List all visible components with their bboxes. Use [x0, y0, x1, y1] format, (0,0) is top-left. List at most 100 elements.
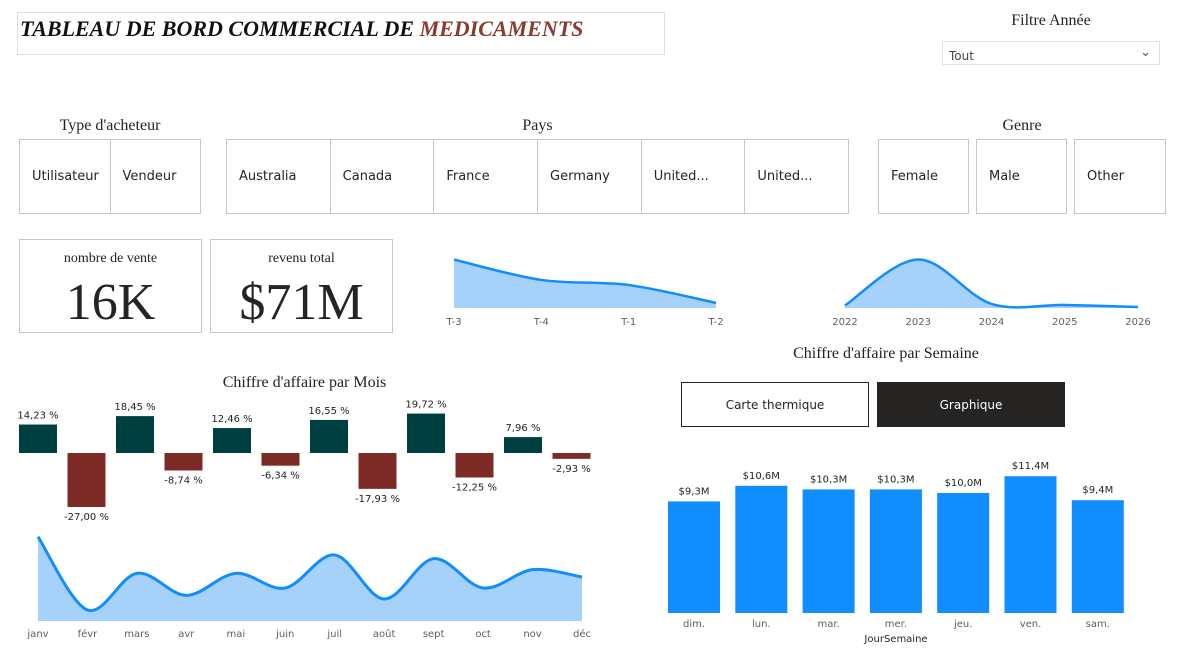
country-slicer: Australia Canada France Germany United..…	[226, 139, 849, 214]
weekly-revenue-bar[interactable]	[735, 485, 788, 613]
gender-tile-male[interactable]: Male	[976, 139, 1067, 214]
monthly-growth-bar[interactable]	[358, 453, 397, 489]
m-tick-label: mars	[124, 629, 149, 640]
monthly-growth-bar[interactable]	[261, 453, 300, 466]
y-tick-label: 2026	[1125, 317, 1150, 328]
monthly-growth-label: -2,93 %	[552, 464, 591, 475]
weekly-revenue-bar[interactable]	[1004, 476, 1057, 613]
monthly-growth-bar[interactable]	[116, 416, 154, 453]
toggle-heatmap-button[interactable]: Carte thermique	[681, 382, 869, 427]
country-tile-united-1[interactable]: United...	[642, 140, 746, 213]
country-title: Pays	[522, 117, 553, 134]
weekly-revenue-label: $9,3M	[679, 486, 710, 497]
y-tick-label: 2023	[906, 317, 931, 328]
country-tile-united-2[interactable]: United...	[745, 140, 848, 213]
weekly-revenue-bar[interactable]	[869, 489, 922, 613]
monthly-growth-bar[interactable]	[19, 424, 57, 453]
year-filter-dropdown[interactable]: Tout ⌄	[942, 41, 1160, 65]
monthly-growth-label: 7,96 %	[506, 423, 541, 434]
toggle-chart-button[interactable]: Graphique	[877, 382, 1065, 427]
m-tick-label: déc	[573, 628, 591, 640]
monthly-growth-label: 18,45 %	[114, 402, 155, 413]
m-tick-label: juin	[275, 629, 294, 640]
weekly-revenue-bar[interactable]	[668, 501, 720, 613]
q-tick-label: T-3	[445, 317, 461, 328]
title-accent: MEDICAMENTS	[419, 16, 584, 41]
gender-title: Genre	[1002, 117, 1042, 134]
weekly-tick-label: jeu.	[953, 619, 972, 630]
m-tick-label: nov	[523, 629, 541, 640]
monthly-growth-bar[interactable]	[455, 453, 494, 478]
weekly-x-axis-label: JourSemaine	[863, 634, 927, 645]
monthly-growth-bar[interactable]	[407, 413, 445, 453]
m-tick-label: févr	[78, 628, 99, 640]
monthly-growth-label: 16,55 %	[308, 406, 349, 417]
m-tick-label: avr	[178, 629, 195, 640]
monthly-growth-bar[interactable]	[504, 437, 542, 453]
weekly-tick-label: dim.	[683, 619, 705, 630]
weekly-tick-label: ven.	[1020, 619, 1042, 630]
m-tick-label: août	[373, 628, 396, 640]
y-tick-label: 2024	[979, 317, 1004, 328]
weekly-revenue-label: $10,3M	[877, 474, 914, 485]
m-tick-label: oct	[475, 629, 491, 640]
kpi-sales-label: nombre de vente	[63, 251, 158, 266]
monthly-growth-label: -27,00 %	[64, 512, 109, 523]
buyer-type-tile-vendeur[interactable]: Vendeur	[111, 140, 201, 213]
kpi-revenue-value: $71M	[239, 274, 364, 331]
m-tick-label: juil	[326, 629, 342, 640]
weekly-chart-title: Chiffre d'affaire par Semaine	[793, 345, 979, 362]
country-tile-germany[interactable]: Germany	[538, 140, 642, 213]
gender-tile-other[interactable]: Other	[1074, 139, 1166, 214]
monthly-growth-bar[interactable]	[164, 453, 203, 471]
monthly-growth-bar[interactable]	[213, 428, 251, 453]
weekly-chart: $9,3M dim. $10,6M lun. $10,3M mar. $10,3M mer. $…	[668, 461, 1124, 645]
monthly-growth-bar[interactable]	[67, 453, 106, 507]
monthly-chart: 14,23 % -27,00 % 18,45 % -8,74 % 12,46 % -6,3…	[17, 400, 591, 640]
monthly-growth-label: -8,74 %	[164, 475, 203, 486]
year-trend-chart: 2022 2023 2024 2025 2026	[832, 258, 1151, 328]
chevron-down-icon: ⌄	[1140, 45, 1151, 60]
buyer-type-tile-utilisateur[interactable]: Utilisateur	[20, 140, 111, 213]
monthly-chart-title: Chiffre d'affaire par Mois	[222, 374, 387, 391]
title-main: TABLEAU DE BORD COMMERCIAL DE	[20, 16, 420, 41]
m-tick-label: mai	[226, 629, 245, 640]
y-tick-label: 2025	[1052, 317, 1077, 328]
weekly-revenue-bar[interactable]	[1071, 500, 1124, 613]
page-title: TABLEAU DE BORD COMMERCIAL DE MEDICAMENT…	[20, 16, 583, 42]
monthly-growth-label: -17,93 %	[355, 494, 400, 505]
kpi-sales-value: 16K	[65, 274, 156, 331]
weekly-tick-label: mer.	[885, 619, 907, 630]
buyer-type-slicer: Utilisateur Vendeur	[19, 139, 201, 214]
monthly-growth-label: 12,46 %	[211, 414, 252, 425]
q-tick-label: T-2	[707, 317, 723, 328]
kpi-card-revenue: revenu total $71M	[210, 239, 393, 333]
q-tick-label: T-1	[620, 317, 636, 328]
weekly-revenue-bar[interactable]	[937, 493, 990, 613]
monthly-growth-label: 14,23 %	[17, 411, 58, 422]
country-tile-australia[interactable]: Australia	[227, 140, 331, 213]
monthly-revenue-area	[38, 536, 582, 621]
weekly-revenue-label: $9,4M	[1082, 485, 1113, 496]
kpi-card-sales-count: nombre de vente 16K	[19, 239, 202, 333]
gender-tile-female[interactable]: Female	[878, 139, 969, 214]
kpi-revenue-label: revenu total	[268, 251, 335, 266]
weekly-tick-label: mar.	[817, 619, 839, 630]
year-trend-area	[845, 259, 1138, 308]
monthly-growth-label: 19,72 %	[405, 400, 446, 411]
country-tile-france[interactable]: France	[434, 140, 539, 213]
weekly-revenue-label: $10,3M	[810, 474, 847, 485]
m-tick-label: sept	[423, 629, 445, 640]
weekly-revenue-label: $10,0M	[945, 478, 982, 489]
monthly-growth-bar[interactable]	[552, 453, 591, 459]
monthly-growth-label: -6,34 %	[261, 471, 300, 482]
y-tick-label: 2022	[832, 317, 857, 328]
monthly-growth-bar[interactable]	[310, 419, 348, 453]
q-tick-label: T-4	[533, 317, 549, 328]
year-filter-value: Tout	[949, 49, 974, 63]
weekly-tick-label: sam.	[1086, 619, 1110, 630]
year-filter-label: Filtre Année	[1011, 12, 1091, 29]
weekly-revenue-bar[interactable]	[802, 489, 855, 613]
weekly-revenue-label: $10,6M	[743, 471, 780, 482]
country-tile-canada[interactable]: Canada	[331, 140, 435, 213]
